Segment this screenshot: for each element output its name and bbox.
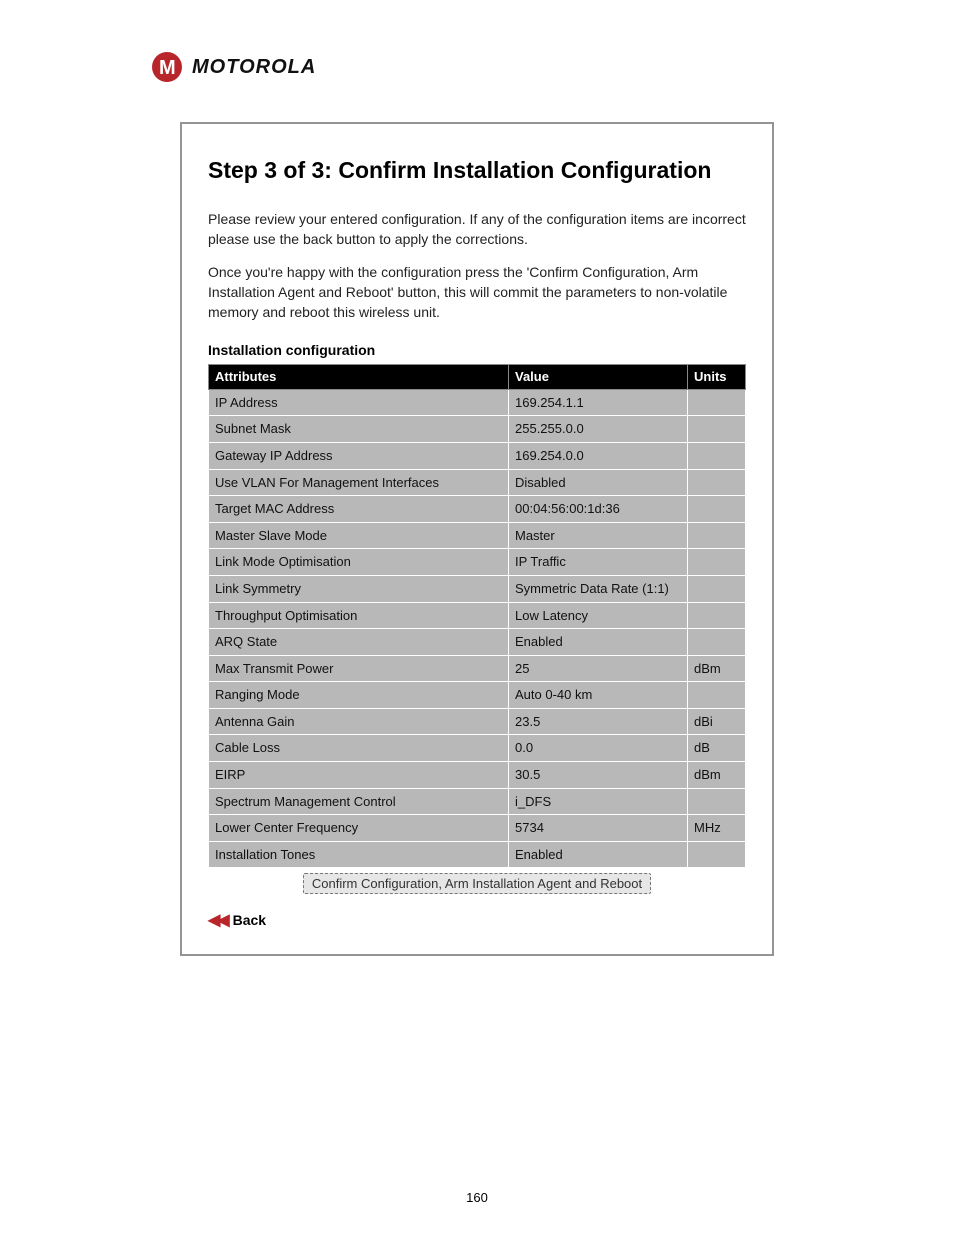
cell-value: 5734 xyxy=(509,815,688,842)
cell-value: i_DFS xyxy=(509,788,688,815)
cell-value: 169.254.1.1 xyxy=(509,389,688,416)
cell-value: Disabled xyxy=(509,469,688,496)
confirm-button-row: Confirm Configuration, Arm Installation … xyxy=(209,868,746,900)
cell-units xyxy=(688,575,746,602)
table-row: Link SymmetrySymmetric Data Rate (1:1) xyxy=(209,575,746,602)
cell-units: dB xyxy=(688,735,746,762)
motorola-m-icon: M xyxy=(152,52,182,82)
cell-attribute: Subnet Mask xyxy=(209,416,509,443)
cell-units xyxy=(688,629,746,656)
cell-value: 255.255.0.0 xyxy=(509,416,688,443)
cell-attribute: Ranging Mode xyxy=(209,682,509,709)
cell-units: dBm xyxy=(688,762,746,789)
section-heading-installation-config: Installation configuration xyxy=(208,342,746,358)
cell-units xyxy=(688,549,746,576)
cell-units xyxy=(688,469,746,496)
table-row: Ranging ModeAuto 0-40 km xyxy=(209,682,746,709)
back-button[interactable]: ◀◀ Back xyxy=(208,910,266,930)
cell-attribute: Master Slave Mode xyxy=(209,522,509,549)
confirm-configuration-button[interactable]: Confirm Configuration, Arm Installation … xyxy=(303,873,651,894)
intro-paragraph-2: Once you're happy with the configuration… xyxy=(208,263,746,322)
col-header-units: Units xyxy=(688,365,746,390)
cell-value: Auto 0-40 km xyxy=(509,682,688,709)
cell-units: dBi xyxy=(688,708,746,735)
cell-value: 0.0 xyxy=(509,735,688,762)
cell-value: Master xyxy=(509,522,688,549)
cell-units xyxy=(688,841,746,868)
page-number: 160 xyxy=(0,1190,954,1205)
cell-attribute: Throughput Optimisation xyxy=(209,602,509,629)
table-row: Subnet Mask255.255.0.0 xyxy=(209,416,746,443)
cell-attribute: Spectrum Management Control xyxy=(209,788,509,815)
cell-attribute: Lower Center Frequency xyxy=(209,815,509,842)
cell-units xyxy=(688,416,746,443)
cell-attribute: Gateway IP Address xyxy=(209,442,509,469)
table-row: IP Address169.254.1.1 xyxy=(209,389,746,416)
cell-attribute: Max Transmit Power xyxy=(209,655,509,682)
cell-units xyxy=(688,682,746,709)
table-row: Use VLAN For Management InterfacesDisabl… xyxy=(209,469,746,496)
col-header-value: Value xyxy=(509,365,688,390)
table-row: Lower Center Frequency5734MHz xyxy=(209,815,746,842)
cell-value: Symmetric Data Rate (1:1) xyxy=(509,575,688,602)
table-row: ARQ StateEnabled xyxy=(209,629,746,656)
cell-value: IP Traffic xyxy=(509,549,688,576)
cell-attribute: Link Mode Optimisation xyxy=(209,549,509,576)
table-row: Spectrum Management Controli_DFS xyxy=(209,788,746,815)
cell-attribute: EIRP xyxy=(209,762,509,789)
cell-attribute: Use VLAN For Management Interfaces xyxy=(209,469,509,496)
cell-attribute: Installation Tones xyxy=(209,841,509,868)
table-row: Gateway IP Address169.254.0.0 xyxy=(209,442,746,469)
cell-units xyxy=(688,522,746,549)
cell-units: MHz xyxy=(688,815,746,842)
cell-units xyxy=(688,442,746,469)
table-row: Target MAC Address00:04:56:00:1d:36 xyxy=(209,496,746,523)
brand-name: MOTOROLA xyxy=(192,57,316,77)
cell-units xyxy=(688,788,746,815)
table-row: Link Mode OptimisationIP Traffic xyxy=(209,549,746,576)
cell-value: 00:04:56:00:1d:36 xyxy=(509,496,688,523)
cell-value: Low Latency xyxy=(509,602,688,629)
table-row: Installation TonesEnabled xyxy=(209,841,746,868)
brand-logo: M MOTOROLA xyxy=(152,52,894,82)
col-header-attributes: Attributes xyxy=(209,365,509,390)
cell-attribute: ARQ State xyxy=(209,629,509,656)
table-row: Cable Loss0.0dB xyxy=(209,735,746,762)
cell-attribute: Cable Loss xyxy=(209,735,509,762)
cell-units xyxy=(688,496,746,523)
cell-attribute: Antenna Gain xyxy=(209,708,509,735)
cell-value: 169.254.0.0 xyxy=(509,442,688,469)
table-row: Throughput OptimisationLow Latency xyxy=(209,602,746,629)
cell-value: 25 xyxy=(509,655,688,682)
wizard-step-3-frame: Step 3 of 3: Confirm Installation Config… xyxy=(180,122,774,956)
back-label: Back xyxy=(233,912,266,928)
cell-units: dBm xyxy=(688,655,746,682)
table-header-row: Attributes Value Units xyxy=(209,365,746,390)
cell-units xyxy=(688,389,746,416)
cell-attribute: IP Address xyxy=(209,389,509,416)
cell-attribute: Target MAC Address xyxy=(209,496,509,523)
page-title: Step 3 of 3: Confirm Installation Config… xyxy=(208,154,746,186)
table-row: Max Transmit Power25dBm xyxy=(209,655,746,682)
chevron-left-icon: ◀◀ xyxy=(208,910,227,930)
cell-value: 30.5 xyxy=(509,762,688,789)
table-row: EIRP30.5dBm xyxy=(209,762,746,789)
cell-value: Enabled xyxy=(509,841,688,868)
installation-config-table: Attributes Value Units IP Address169.254… xyxy=(208,364,746,900)
cell-value: Enabled xyxy=(509,629,688,656)
cell-units xyxy=(688,602,746,629)
table-row: Master Slave ModeMaster xyxy=(209,522,746,549)
table-row: Antenna Gain23.5dBi xyxy=(209,708,746,735)
intro-paragraph-1: Please review your entered configuration… xyxy=(208,210,746,249)
cell-value: 23.5 xyxy=(509,708,688,735)
cell-attribute: Link Symmetry xyxy=(209,575,509,602)
